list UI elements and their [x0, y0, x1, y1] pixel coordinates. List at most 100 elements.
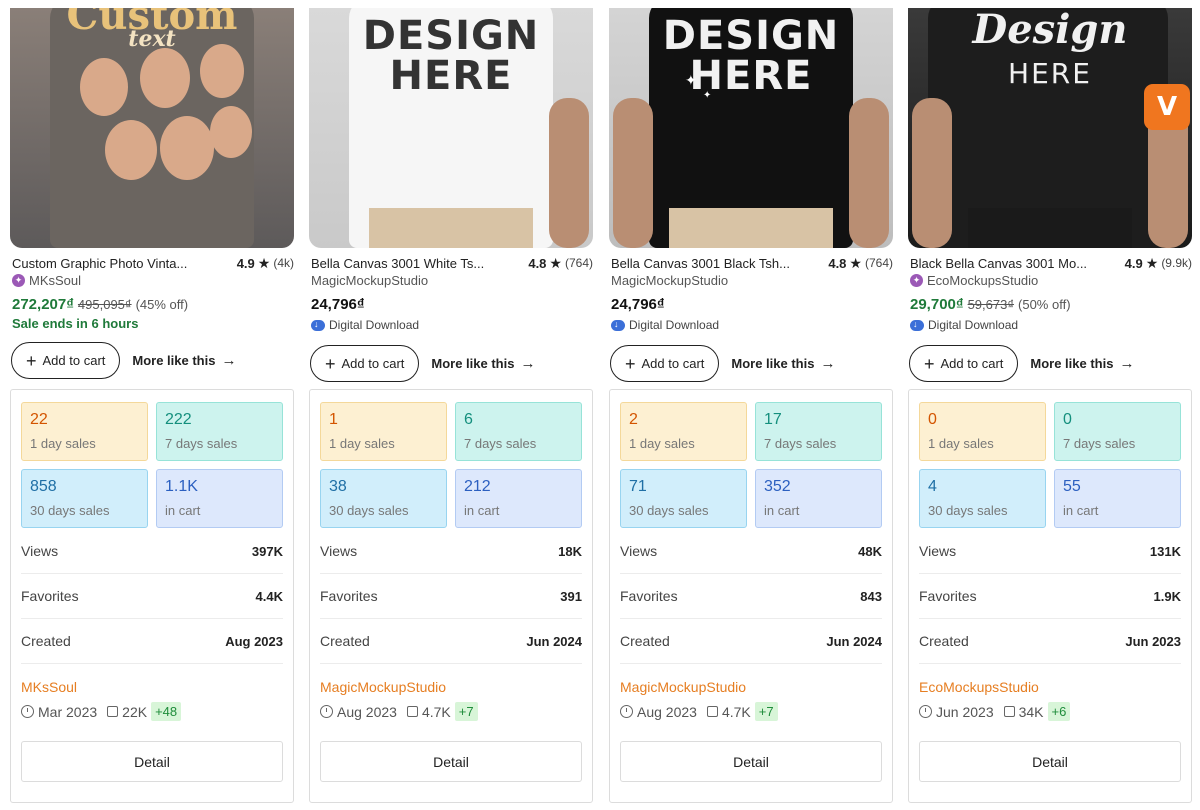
digital-download-label: Digital Download	[629, 318, 720, 332]
product-image[interactable]: DESIGN HERE ✦ ✦	[609, 8, 893, 248]
seller-sales: 4.7K	[421, 703, 451, 720]
created-row: Created Jun 2024	[620, 619, 882, 664]
add-to-cart-label: Add to cart	[341, 356, 405, 371]
add-to-cart-button[interactable]: + Add to cart	[11, 342, 121, 379]
detail-button[interactable]: Detail	[620, 741, 882, 782]
stat-value: 212	[464, 478, 491, 495]
stats-panel: 0 1 day sales 0 7 days sales 4 30 days s…	[908, 389, 1192, 803]
product-image[interactable]: Design HERE V	[908, 8, 1192, 248]
add-to-cart-label: Add to cart	[42, 353, 106, 368]
price-row: 29,700₫ 59,673₫ (50% off)	[910, 296, 1071, 313]
more-like-this-link[interactable]: More like this →	[731, 355, 835, 372]
seller-sales: 4.7K	[721, 703, 751, 720]
shop-name[interactable]: MagicMockupStudio	[311, 273, 428, 288]
detail-button[interactable]: Detail	[320, 741, 582, 782]
detail-button[interactable]: Detail	[21, 741, 283, 782]
stat-tile-30-days: 858 30 days sales	[21, 469, 148, 528]
rating-value: 4.8	[828, 255, 847, 271]
stat-tile-7-days: 0 7 days sales	[1054, 402, 1181, 461]
views-row: Views 48K	[620, 529, 882, 574]
product-image[interactable]: Custom text	[10, 8, 294, 248]
views-label: Views	[620, 543, 658, 559]
cloud-download-icon	[611, 319, 625, 331]
stat-value: 0	[928, 411, 937, 428]
product-image[interactable]: DESIGN HERE	[309, 8, 593, 248]
stat-value: 55	[1063, 478, 1081, 495]
rating: 4.8 ★ (764)	[828, 255, 893, 272]
rating-value: 4.9	[236, 255, 255, 271]
stat-label: 30 days sales	[30, 503, 110, 518]
arrow-right-icon: →	[820, 355, 836, 372]
seller-link[interactable]: MagicMockupStudio	[620, 679, 746, 695]
title-row: Custom Graphic Photo Vinta... 4.9 ★ (4k)	[12, 254, 294, 272]
seller-link[interactable]: MagicMockupStudio	[320, 679, 446, 695]
shop-name[interactable]: MKsSoul	[29, 273, 81, 288]
seller-gain-badge: +7	[454, 702, 478, 721]
more-like-this-label: More like this	[1030, 356, 1114, 371]
more-like-this-link[interactable]: More like this →	[1030, 355, 1134, 372]
photo-face	[80, 58, 128, 116]
shopping-bag-icon	[1003, 706, 1015, 717]
seller-since: Jun 2023	[936, 703, 994, 720]
seller-meta: Jun 2023 34K +6	[919, 702, 1071, 721]
product-title[interactable]: Bella Canvas 3001 Black Tsh...	[611, 256, 790, 271]
seller-meta: Aug 2023 4.7K +7	[620, 702, 778, 721]
plus-icon: +	[325, 353, 336, 374]
created-value: Aug 2023	[225, 633, 283, 649]
print-text: HERE	[689, 53, 813, 99]
product-title[interactable]: Black Bella Canvas 3001 Mo...	[910, 256, 1087, 271]
rating-count: (764)	[564, 256, 593, 270]
plus-icon: +	[26, 350, 37, 371]
stat-label: 1 day sales	[928, 436, 994, 451]
seller-link[interactable]: EcoMockupsStudio	[919, 679, 1039, 695]
discount: (45% off)	[135, 297, 189, 312]
shop-name[interactable]: MagicMockupStudio	[611, 273, 728, 288]
stat-label: 1 day sales	[30, 436, 96, 451]
product-title[interactable]: Bella Canvas 3001 White Ts...	[311, 256, 484, 271]
stat-tile-in-cart: 212 in cart	[455, 469, 582, 528]
stat-label: in cart	[764, 503, 800, 518]
stat-tile-in-cart: 55 in cart	[1054, 469, 1181, 528]
views-row: Views 18K	[320, 529, 582, 574]
pants-shape	[968, 208, 1132, 248]
detail-button[interactable]: Detail	[919, 741, 1181, 782]
sale-price: 29,700₫	[910, 296, 964, 313]
favorites-row: Favorites 1.9K	[919, 574, 1181, 619]
more-like-this-link[interactable]: More like this →	[132, 352, 236, 369]
seller-meta: Mar 2023 22K +48	[21, 702, 182, 721]
seller-link[interactable]: MKsSoul	[21, 679, 77, 695]
product-title[interactable]: Custom Graphic Photo Vinta...	[12, 256, 187, 271]
favorites-row: Favorites 4.4K	[21, 574, 283, 619]
add-to-cart-button[interactable]: + Add to cart	[909, 345, 1019, 382]
digital-download-label: Digital Download	[329, 318, 420, 332]
stat-label: in cart	[464, 503, 500, 518]
digital-download-label: Digital Download	[928, 318, 1019, 332]
card-actions: + Add to cart More like this →	[610, 345, 893, 382]
add-to-cart-button[interactable]: + Add to cart	[610, 345, 720, 382]
title-row: Black Bella Canvas 3001 Mo... 4.9 ★ (9.9…	[910, 254, 1192, 272]
stat-label: 30 days sales	[329, 503, 409, 518]
more-like-this-link[interactable]: More like this →	[431, 355, 535, 372]
views-label: Views	[320, 543, 358, 559]
stat-label: 7 days sales	[464, 436, 537, 451]
views-row: Views 131K	[919, 529, 1181, 574]
add-to-cart-label: Add to cart	[641, 356, 705, 371]
stat-label: 1 day sales	[629, 436, 695, 451]
stat-value: 6	[464, 411, 473, 428]
stats-panel: 1 1 day sales 6 7 days sales 38 30 days …	[309, 389, 593, 803]
shop-name[interactable]: EcoMockupsStudio	[927, 273, 1038, 288]
add-to-cart-button[interactable]: + Add to cart	[310, 345, 420, 382]
stat-value: 71	[629, 478, 647, 495]
favorites-value: 1.9K	[1153, 588, 1181, 604]
arm-shape	[912, 98, 952, 248]
cloud-download-icon	[311, 319, 325, 331]
stat-value: 2	[629, 411, 638, 428]
stat-value: 4	[928, 478, 937, 495]
photo-face	[200, 44, 244, 98]
stat-tile-30-days: 4 30 days sales	[919, 469, 1046, 528]
favorites-label: Favorites	[620, 588, 678, 604]
created-label: Created	[320, 633, 370, 649]
created-label: Created	[620, 633, 670, 649]
favorites-value: 4.4K	[255, 588, 283, 604]
shopping-bag-icon	[406, 706, 418, 717]
